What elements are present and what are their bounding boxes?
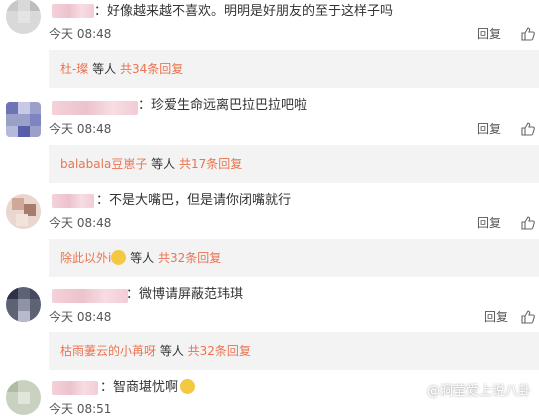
like-icon[interactable] (521, 122, 535, 136)
sub-reply-count[interactable]: 共32条回复 (188, 344, 251, 358)
sub-reply-count[interactable]: 共17条回复 (179, 157, 242, 171)
sub-reply-mid: 等人 (147, 157, 179, 171)
comment-text: ：好像越来越不喜欢。明明是好朋友的至于这样子吗 (94, 4, 394, 19)
like-icon[interactable] (521, 310, 535, 324)
username-blurred[interactable] (52, 4, 94, 18)
reply-button[interactable]: 回复 (477, 216, 501, 230)
comment-text: ：智商堪忧啊 (100, 379, 196, 396)
reply-button[interactable]: 回复 (477, 122, 501, 136)
sub-reply-count[interactable]: 共32条回复 (158, 251, 221, 265)
comment-time: 今天 08:51 (49, 402, 112, 416)
sub-reply-names[interactable]: balabala豆崽子 (60, 157, 147, 171)
sub-reply-count[interactable]: 共34条回复 (120, 62, 183, 76)
avatar[interactable] (6, 380, 41, 415)
comment-text: ：微博请屏蔽范玮琪 (126, 287, 244, 302)
comment-text: ：不是大嘴巴，但是请你闭嘴就行 (96, 193, 292, 208)
avatar[interactable] (6, 194, 41, 229)
username-blurred[interactable] (52, 194, 94, 208)
sub-reply-names[interactable]: 枯雨萋云的小苒呀 (60, 344, 156, 358)
sub-reply-box[interactable]: balabala豆崽子 等人 共17条回复 (49, 145, 539, 183)
comment-time: 今天 08:48 (49, 310, 112, 324)
emoji-icon (111, 250, 127, 265)
avatar[interactable] (6, 102, 41, 137)
sub-reply-mid: 等人 (126, 251, 158, 265)
avatar[interactable] (6, 287, 41, 322)
reply-button[interactable]: 回复 (477, 27, 501, 41)
avatar[interactable] (6, 0, 41, 34)
sub-reply-box[interactable]: 除此以外i 等人 共32条回复 (49, 239, 539, 277)
username-blurred[interactable] (52, 381, 98, 395)
username-blurred[interactable] (52, 101, 138, 115)
sub-reply-box[interactable]: 枯雨萋云的小苒呀 等人 共32条回复 (49, 332, 539, 370)
sub-reply-mid: 等人 (88, 62, 120, 76)
comment-time: 今天 08:48 (49, 27, 112, 41)
comment-text-content: ：智商堪忧啊 (100, 380, 179, 395)
sub-reply-names[interactable]: 除此以外i (60, 251, 111, 265)
reply-button[interactable]: 回复 (484, 310, 508, 324)
sub-reply-names[interactable]: 杜-璨 (60, 62, 88, 76)
emoji-icon (180, 379, 196, 394)
comment-time: 今天 08:48 (49, 216, 112, 230)
comment-text: ：珍爱生命远离巴拉巴拉吧啦 (138, 98, 308, 113)
comment-time: 今天 08:48 (49, 122, 112, 136)
sub-reply-box[interactable]: 杜-璨 等人 共34条回复 (49, 50, 539, 88)
watermark: @洞莹爱上说八卦 (426, 384, 531, 399)
like-icon[interactable] (521, 216, 535, 230)
sub-reply-mid: 等人 (156, 344, 188, 358)
username-blurred[interactable] (52, 289, 128, 303)
like-icon[interactable] (521, 27, 535, 41)
